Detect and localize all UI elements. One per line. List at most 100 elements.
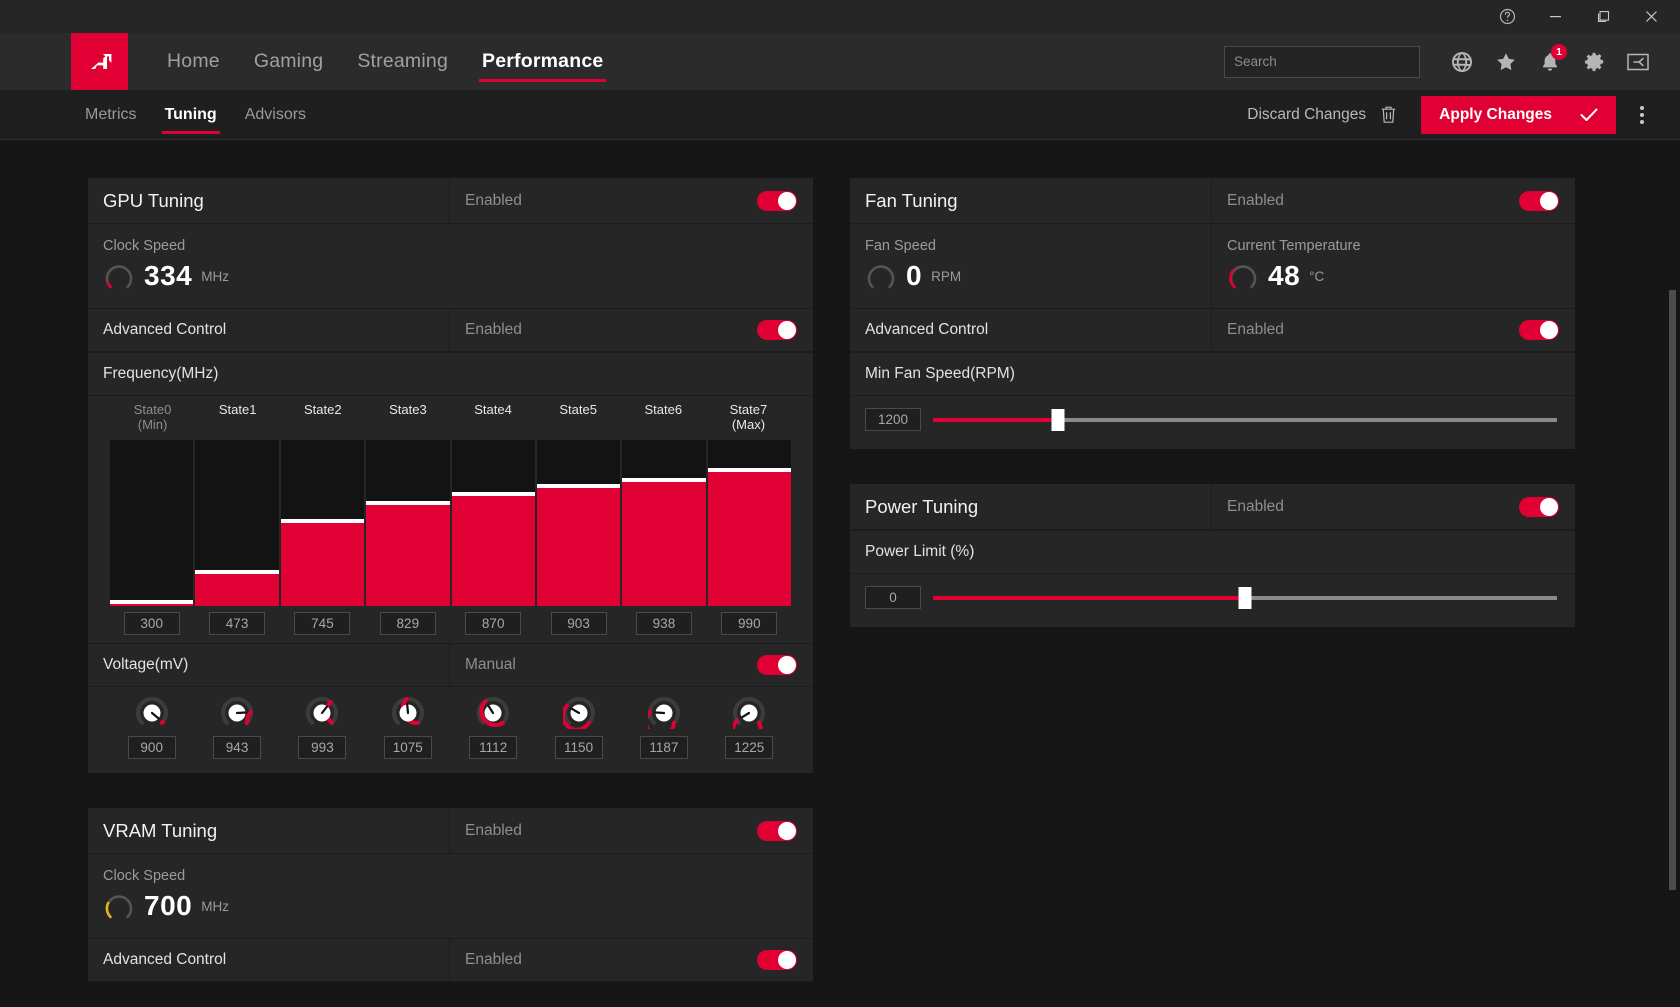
voltage-value-input[interactable]: 1150 [554, 736, 603, 759]
nav-item-streaming-label: Streaming [357, 50, 448, 72]
voltage-value-input[interactable]: 1187 [639, 736, 688, 759]
voltage-value-input[interactable]: 943 [213, 736, 262, 759]
star-icon[interactable] [1486, 42, 1526, 82]
right-column: Fan Tuning Enabled Fan Speed 0 RPM Curre… [850, 178, 1575, 662]
fan-advanced-control-toggle[interactable] [1519, 320, 1559, 340]
power-limit-input[interactable]: 0 [865, 586, 921, 609]
tab-metrics[interactable]: Metrics [71, 90, 151, 140]
frequency-value-input[interactable]: 745 [294, 612, 351, 635]
frequency-value-input[interactable]: 903 [550, 612, 607, 635]
frequency-bar[interactable] [195, 440, 279, 606]
fan-advanced-control-row: Advanced Control Enabled [850, 308, 1575, 352]
frequency-bar[interactable] [536, 440, 621, 606]
min-fan-speed-input[interactable]: 1200 [865, 408, 921, 431]
frequency-bar[interactable] [707, 440, 791, 606]
voltage-knob-icon[interactable] [221, 697, 254, 729]
voltage-knob-cell: 993 [281, 697, 364, 759]
frequency-bar-handle[interactable] [280, 519, 365, 523]
voltage-knob-cell: 1187 [622, 697, 705, 759]
frequency-value-input[interactable]: 938 [635, 612, 692, 635]
temperature-metric: Current Temperature 48 °C [1212, 224, 1575, 308]
globe-icon[interactable] [1442, 42, 1482, 82]
voltage-manual-toggle[interactable] [757, 655, 797, 675]
voltage-knob-icon[interactable] [647, 697, 680, 729]
search-box[interactable] [1224, 45, 1420, 78]
min-fan-speed-slider-thumb[interactable] [1051, 408, 1065, 431]
minimize-button[interactable] [1532, 0, 1578, 33]
bell-icon[interactable]: 1 [1530, 42, 1570, 82]
frequency-bar-handle[interactable] [195, 570, 279, 575]
search-input[interactable] [1234, 54, 1411, 69]
gpu-advanced-control-toggle[interactable] [757, 320, 797, 340]
power-limit-slider-thumb[interactable] [1238, 586, 1252, 609]
min-fan-speed-slider-fill [933, 417, 1058, 422]
frequency-bar-fill [451, 496, 535, 606]
voltage-knob-icon[interactable] [477, 697, 510, 729]
discard-changes-button[interactable]: Discard Changes [1247, 105, 1405, 124]
frequency-value-cell: 300 [110, 612, 193, 635]
help-button[interactable] [1484, 0, 1530, 33]
nav-item-performance[interactable]: Performance [465, 33, 620, 90]
fan-tuning-enabled-row: Enabled [1212, 178, 1575, 223]
tab-advisors[interactable]: Advisors [231, 90, 320, 140]
frequency-state-label: State5 [559, 402, 597, 417]
scrollbar-thumb[interactable] [1669, 290, 1676, 890]
frequency-bar-handle[interactable] [451, 492, 535, 497]
frequency-value-input[interactable]: 300 [123, 612, 180, 635]
voltage-knob-icon[interactable] [562, 697, 595, 729]
gear-icon[interactable] [1574, 42, 1614, 82]
frequency-bar-handle[interactable] [622, 477, 706, 482]
fan-tuning-card: Fan Tuning Enabled Fan Speed 0 RPM Curre… [850, 178, 1575, 449]
voltage-knob-row: 900 943 993 1075 1112 1150 1187 1225 [88, 687, 813, 773]
more-options-button[interactable] [1622, 95, 1662, 135]
fan-tuning-toggle[interactable] [1519, 190, 1559, 211]
voltage-value-input[interactable]: 1225 [725, 736, 774, 759]
tab-advisors-label: Advisors [244, 105, 307, 123]
nav-item-gaming[interactable]: Gaming [237, 33, 340, 90]
amd-logo-icon[interactable] [71, 33, 128, 90]
frequency-bar-handle[interactable] [536, 484, 621, 489]
maximize-button[interactable] [1580, 0, 1626, 33]
frequency-bar-handle[interactable] [707, 467, 791, 472]
apply-changes-button[interactable]: Apply Changes [1421, 95, 1616, 134]
voltage-value-input[interactable]: 1112 [469, 736, 518, 759]
frequency-value-input[interactable]: 473 [209, 612, 266, 635]
frequency-section-label: Frequency(MHz) [88, 352, 813, 396]
power-limit-slider[interactable] [933, 586, 1557, 609]
voltage-value-input[interactable]: 993 [298, 736, 347, 759]
nav-item-home[interactable]: Home [150, 33, 237, 90]
vram-tuning-toggle[interactable] [757, 820, 797, 841]
tab-tuning[interactable]: Tuning [151, 90, 231, 140]
frequency-bar-handle[interactable] [366, 500, 450, 505]
nav-item-streaming[interactable]: Streaming [340, 33, 465, 90]
frequency-state-label: State0 (Min) [133, 402, 172, 432]
fan-speed-gauge-icon [867, 265, 895, 289]
collapse-icon[interactable] [1618, 42, 1658, 82]
vram-advanced-control-toggle[interactable] [757, 950, 797, 970]
frequency-value-input[interactable]: 829 [379, 612, 436, 635]
frequency-bar[interactable] [366, 440, 450, 606]
frequency-chart-bars [88, 440, 813, 606]
vertical-scrollbar[interactable] [1669, 290, 1676, 890]
voltage-value-input[interactable]: 900 [127, 736, 176, 759]
vram-clock-speed-value: 700 [144, 890, 193, 921]
temperature-unit: °C [1309, 268, 1325, 284]
frequency-bar[interactable] [622, 440, 706, 606]
frequency-bar[interactable] [451, 440, 535, 606]
voltage-knob-cell: 1075 [366, 697, 449, 759]
frequency-bar[interactable] [110, 440, 194, 606]
min-fan-speed-slider[interactable] [933, 408, 1557, 431]
voltage-value-input[interactable]: 1075 [383, 736, 432, 759]
close-button[interactable] [1628, 0, 1674, 33]
voltage-knob-icon[interactable] [135, 697, 168, 729]
frequency-value-input[interactable]: 870 [465, 612, 522, 635]
gpu-tuning-toggle[interactable] [757, 190, 797, 211]
frequency-bar-handle[interactable] [110, 600, 194, 605]
power-tuning-toggle[interactable] [1519, 496, 1559, 517]
voltage-knob-icon[interactable] [306, 697, 339, 729]
voltage-knob-icon[interactable] [391, 697, 424, 729]
voltage-mode-value: Manual [450, 644, 813, 686]
voltage-knob-icon[interactable] [733, 697, 766, 729]
frequency-bar[interactable] [280, 440, 365, 606]
frequency-value-input[interactable]: 990 [721, 612, 778, 635]
